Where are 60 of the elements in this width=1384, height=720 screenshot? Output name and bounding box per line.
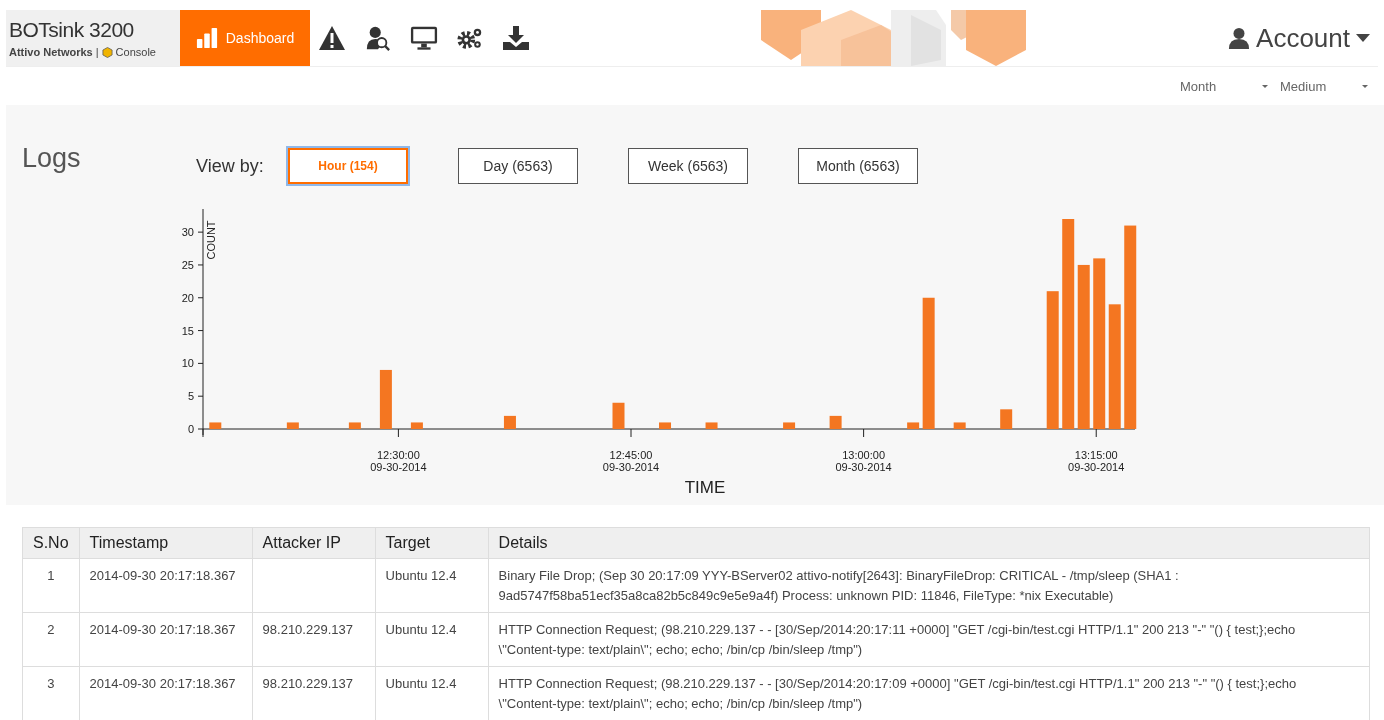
- table-cell: 3: [22, 666, 80, 720]
- x-tick-label: 13:15:00 09-30-2014: [1068, 449, 1125, 473]
- table-cell: HTTP Connection Request; (98.210.229.137 - - [30/Sep/2014:20:17:11 +0000] "GET /cgi-bin/test.cgi HTTP/1.1" 200 213 "-" "() { test;};echo \"Content-type: text/plain\"; echo; echo; /bin/cp /bin/sleep /tmp"): [488, 612, 1370, 667]
- product-name: BOTsink 3200: [9, 18, 135, 42]
- console-label: Console: [115, 46, 156, 58]
- bar: [612, 402, 625, 429]
- bar: [209, 422, 222, 429]
- bar: [783, 422, 796, 429]
- caret-icon: [1262, 84, 1268, 88]
- separator: |: [95, 46, 99, 58]
- view-button[interactable]: Week (6563): [628, 148, 748, 184]
- x-tick-label: 12:45:00 09-30-2014: [602, 449, 660, 473]
- bar: [953, 422, 966, 429]
- dropdown[interactable]: Medium: [1280, 78, 1368, 94]
- caret-icon: [1356, 34, 1370, 42]
- table-cell: 1: [22, 558, 80, 613]
- table-cell: 2: [22, 612, 80, 667]
- table-cell: 2014-09-30 20:17:18.367: [79, 558, 253, 613]
- bar: [379, 369, 392, 429]
- bar: [410, 422, 423, 429]
- y-tick-label: 25: [181, 258, 194, 271]
- bar: [503, 415, 516, 429]
- x-tick-label: 13:00:00 09-30-2014: [835, 449, 892, 473]
- y-tick-label: 10: [181, 357, 194, 370]
- bar: [1000, 409, 1013, 429]
- view-button[interactable]: Month (6563): [798, 148, 918, 184]
- bar: [907, 422, 920, 429]
- account-menu[interactable]: Account: [1228, 10, 1378, 66]
- column-header: S.No: [22, 527, 80, 559]
- y-tick-label: 20: [181, 291, 194, 304]
- x-axis-label: TIME: [684, 478, 726, 493]
- view-button[interactable]: Day (6563): [458, 148, 578, 184]
- y-tick-label: 15: [181, 324, 194, 337]
- company-name: Attivo Networks: [9, 46, 93, 58]
- bar: [829, 415, 842, 429]
- logs-title: Logs: [22, 142, 82, 174]
- hexagon-icon: [101, 46, 113, 58]
- y-axis-label: COUNT: [205, 220, 217, 260]
- table-cell: 2014-09-30 20:17:18.367: [79, 612, 253, 667]
- user-icon: [1228, 26, 1251, 50]
- bar: [286, 422, 299, 429]
- column-header: Attacker IP: [252, 527, 376, 559]
- table-cell: Ubuntu 12.4: [375, 558, 489, 613]
- bar: [705, 422, 718, 429]
- bar-chart-icon: [195, 27, 218, 49]
- y-tick-label: 0: [187, 423, 194, 435]
- column-header: Timestamp: [79, 527, 253, 559]
- table-cell: Binary File Drop; (Sep 30 20:17:09 YYY-BServer02 attivo-notify[2643]: BinaryFileDrop: CRITICAL - /tmp/sleep (SHA1 : 9ad5747f58ba51ecf35a8ca82b5c849c9e5e9a4f) Process: unknown PID: 11846, FileType: *nix Executable): [488, 558, 1370, 613]
- y-tick-label: 5: [187, 390, 194, 403]
- dropdown[interactable]: Month: [1180, 78, 1268, 94]
- table-cell: Ubuntu 12.4: [375, 612, 489, 667]
- view-by-label: View by:: [196, 155, 265, 177]
- caret-icon: [1362, 84, 1368, 88]
- table-cell: 98.210.229.137: [252, 612, 376, 667]
- column-header: Target: [375, 527, 489, 559]
- x-tick-label: 12:30:00 09-30-2014: [370, 449, 427, 473]
- bar: [348, 422, 361, 429]
- y-tick-label: 30: [181, 226, 194, 239]
- column-header: Details: [488, 527, 1370, 559]
- bar: [659, 422, 671, 429]
